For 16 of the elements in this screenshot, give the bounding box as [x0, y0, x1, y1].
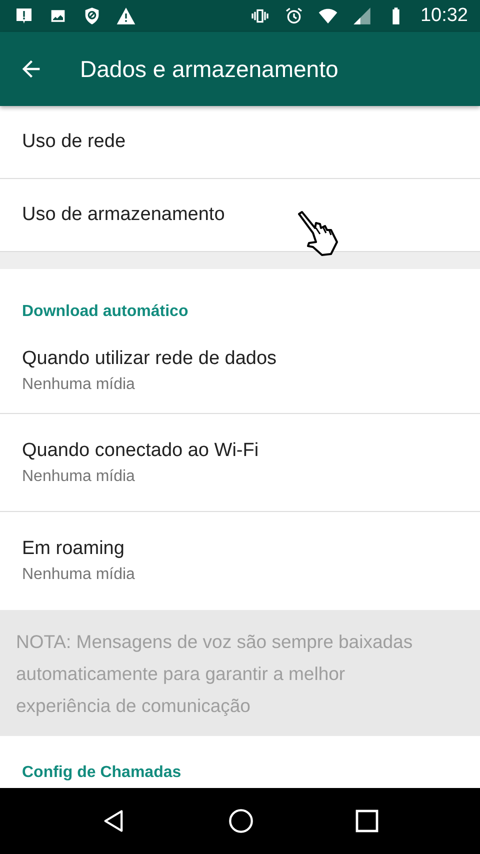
- alert-message-icon: [14, 6, 34, 26]
- settings-item[interactable]: Em roaming Nenhuma mídia: [0, 512, 480, 610]
- recents-square-icon: [355, 809, 380, 833]
- alarm-icon: [284, 6, 304, 26]
- signal-icon: [352, 6, 372, 26]
- section-header: Download automático: [22, 303, 188, 321]
- settings-item[interactable]: Quando utilizar rede de dados Nenhuma mídia: [0, 329, 480, 414]
- settings-item[interactable]: Quando conectado ao Wi-Fi Nenhuma mídia: [0, 414, 480, 512]
- home-circle-icon: [228, 808, 254, 834]
- settings-item[interactable]: Uso de rede: [0, 106, 480, 179]
- section-header: Config de Chamadas: [22, 764, 182, 782]
- screen-title: Dados e armazenamento: [80, 56, 338, 82]
- clock-time: 10:32: [420, 5, 468, 27]
- wifi-icon: [318, 6, 338, 26]
- warning-icon: [116, 6, 136, 26]
- note-text: NOTA: Mensagens de voz são sempre baixadas automaticamente para garantir a melhor experiência de comunicação: [16, 631, 413, 716]
